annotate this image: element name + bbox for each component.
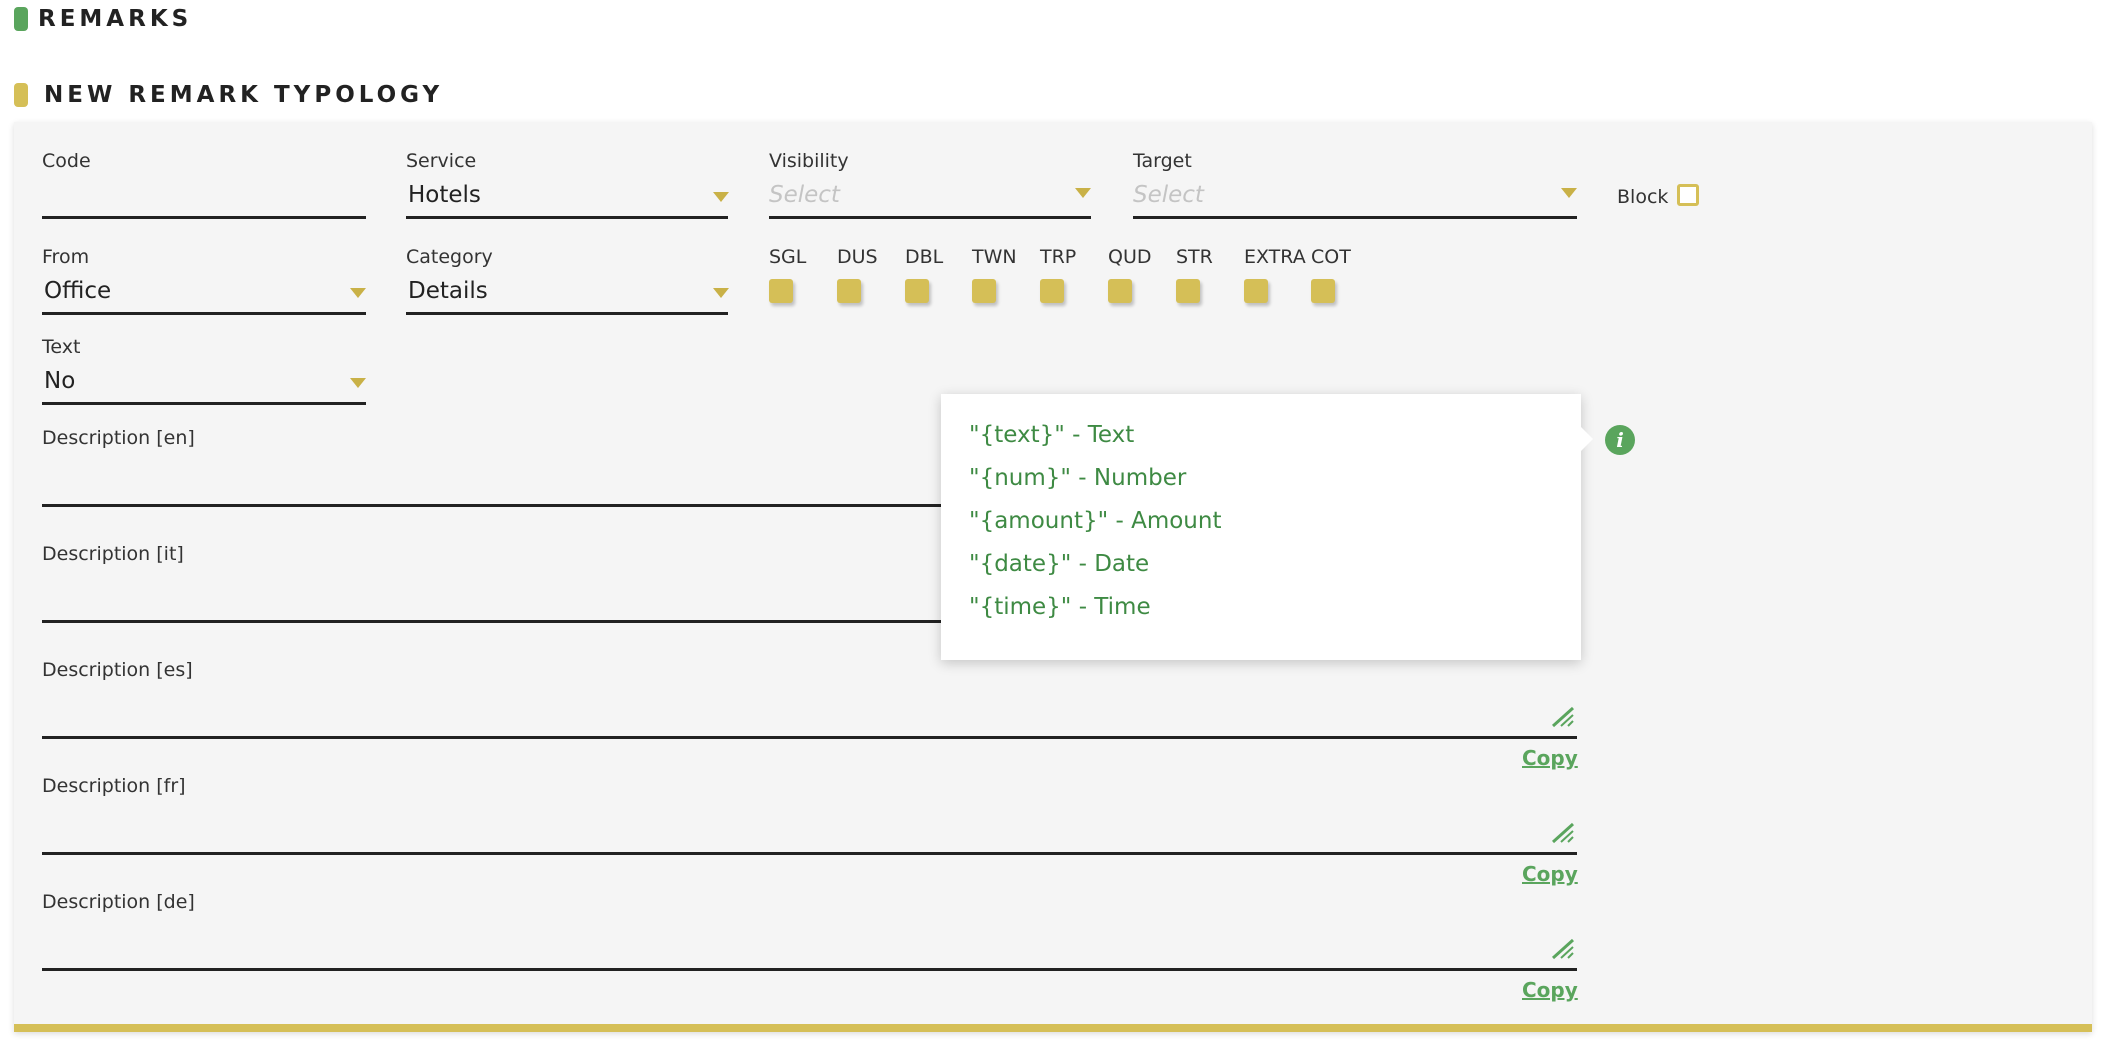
text-select[interactable]: No [44,368,75,394]
visibility-label: Visibility [769,150,849,172]
room-type-label: DBL [905,246,944,268]
new-remark-title: NEW REMARK TYPOLOGY [44,82,444,108]
code-label: Code [42,150,91,172]
text-label: Text [42,336,81,358]
room-type-label: TRP [1040,246,1077,268]
description-de-input[interactable] [42,968,1577,971]
room-type-checkbox[interactable] [1108,279,1132,303]
caret-down-icon[interactable] [350,288,366,298]
resize-handle-icon[interactable] [1551,706,1575,728]
from-underline [42,312,366,315]
target-underline [1133,216,1577,219]
caret-down-icon[interactable] [1075,188,1091,198]
placeholder-tooltip: "{text}" - Text "{num}" - Number "{amoun… [941,394,1593,660]
room-type-checkbox[interactable] [769,279,793,303]
copy-button-de[interactable]: Copy [1522,978,1578,1002]
room-type-label: COT [1311,246,1351,268]
resize-handle-icon[interactable] [1551,938,1575,960]
visibility-underline [769,216,1091,219]
room-type-label: SGL [769,246,807,268]
service-select[interactable]: Hotels [408,182,481,208]
room-type-checkbox[interactable] [1311,279,1335,303]
service-underline [406,216,728,219]
description-es-label: Description [es] [42,659,193,681]
room-type-label: STR [1176,246,1213,268]
caret-down-icon[interactable] [713,288,729,298]
header-marker [14,7,28,31]
description-fr-label: Description [fr] [42,775,186,797]
category-label: Category [406,246,493,268]
room-type-checkbox[interactable] [1244,279,1268,303]
category-underline [406,312,728,315]
resize-handle-icon[interactable] [1551,822,1575,844]
description-de-label: Description [de] [42,891,195,913]
block-label: Block [1617,186,1669,208]
target-label: Target [1133,150,1192,172]
block-checkbox[interactable] [1677,184,1699,206]
remarks-title: REMARKS [38,6,193,32]
description-it-label: Description [it] [42,543,184,565]
service-label: Service [406,150,477,172]
room-type-label: TWN [972,246,1017,268]
description-fr-input[interactable] [42,852,1577,855]
room-type-label: EXTRA [1244,246,1306,268]
room-type-label: DUS [837,246,878,268]
text-underline [42,402,366,405]
caret-down-icon[interactable] [1561,188,1577,198]
from-select[interactable]: Office [44,278,111,304]
tooltip-item: "{amount}" - Amount [969,508,1222,534]
room-type-checkbox[interactable] [972,279,996,303]
copy-button-es[interactable]: Copy [1522,746,1578,770]
target-select[interactable]: Select [1133,182,1204,208]
info-icon[interactable]: i [1605,425,1635,455]
caret-down-icon[interactable] [713,192,729,202]
tooltip-item: "{date}" - Date [969,551,1150,577]
description-es-input[interactable] [42,736,1577,739]
tooltip-item: "{text}" - Text [969,422,1135,448]
from-label: From [42,246,90,268]
room-type-checkbox[interactable] [1176,279,1200,303]
room-type-checkbox[interactable] [837,279,861,303]
category-select[interactable]: Details [408,278,488,304]
remarks-header: REMARKS [14,6,192,32]
description-en-label: Description [en] [42,427,195,449]
tooltip-item: "{time}" - Time [969,594,1151,620]
new-remark-header: NEW REMARK TYPOLOGY [14,82,443,108]
copy-button-fr[interactable]: Copy [1522,862,1578,886]
tooltip-item: "{num}" - Number [969,465,1187,491]
code-input[interactable] [42,216,366,219]
room-type-label: QUD [1108,246,1152,268]
visibility-select[interactable]: Select [769,182,840,208]
caret-down-icon[interactable] [350,378,366,388]
header-marker [14,83,28,107]
room-type-checkbox[interactable] [1040,279,1064,303]
room-type-checkbox[interactable] [905,279,929,303]
